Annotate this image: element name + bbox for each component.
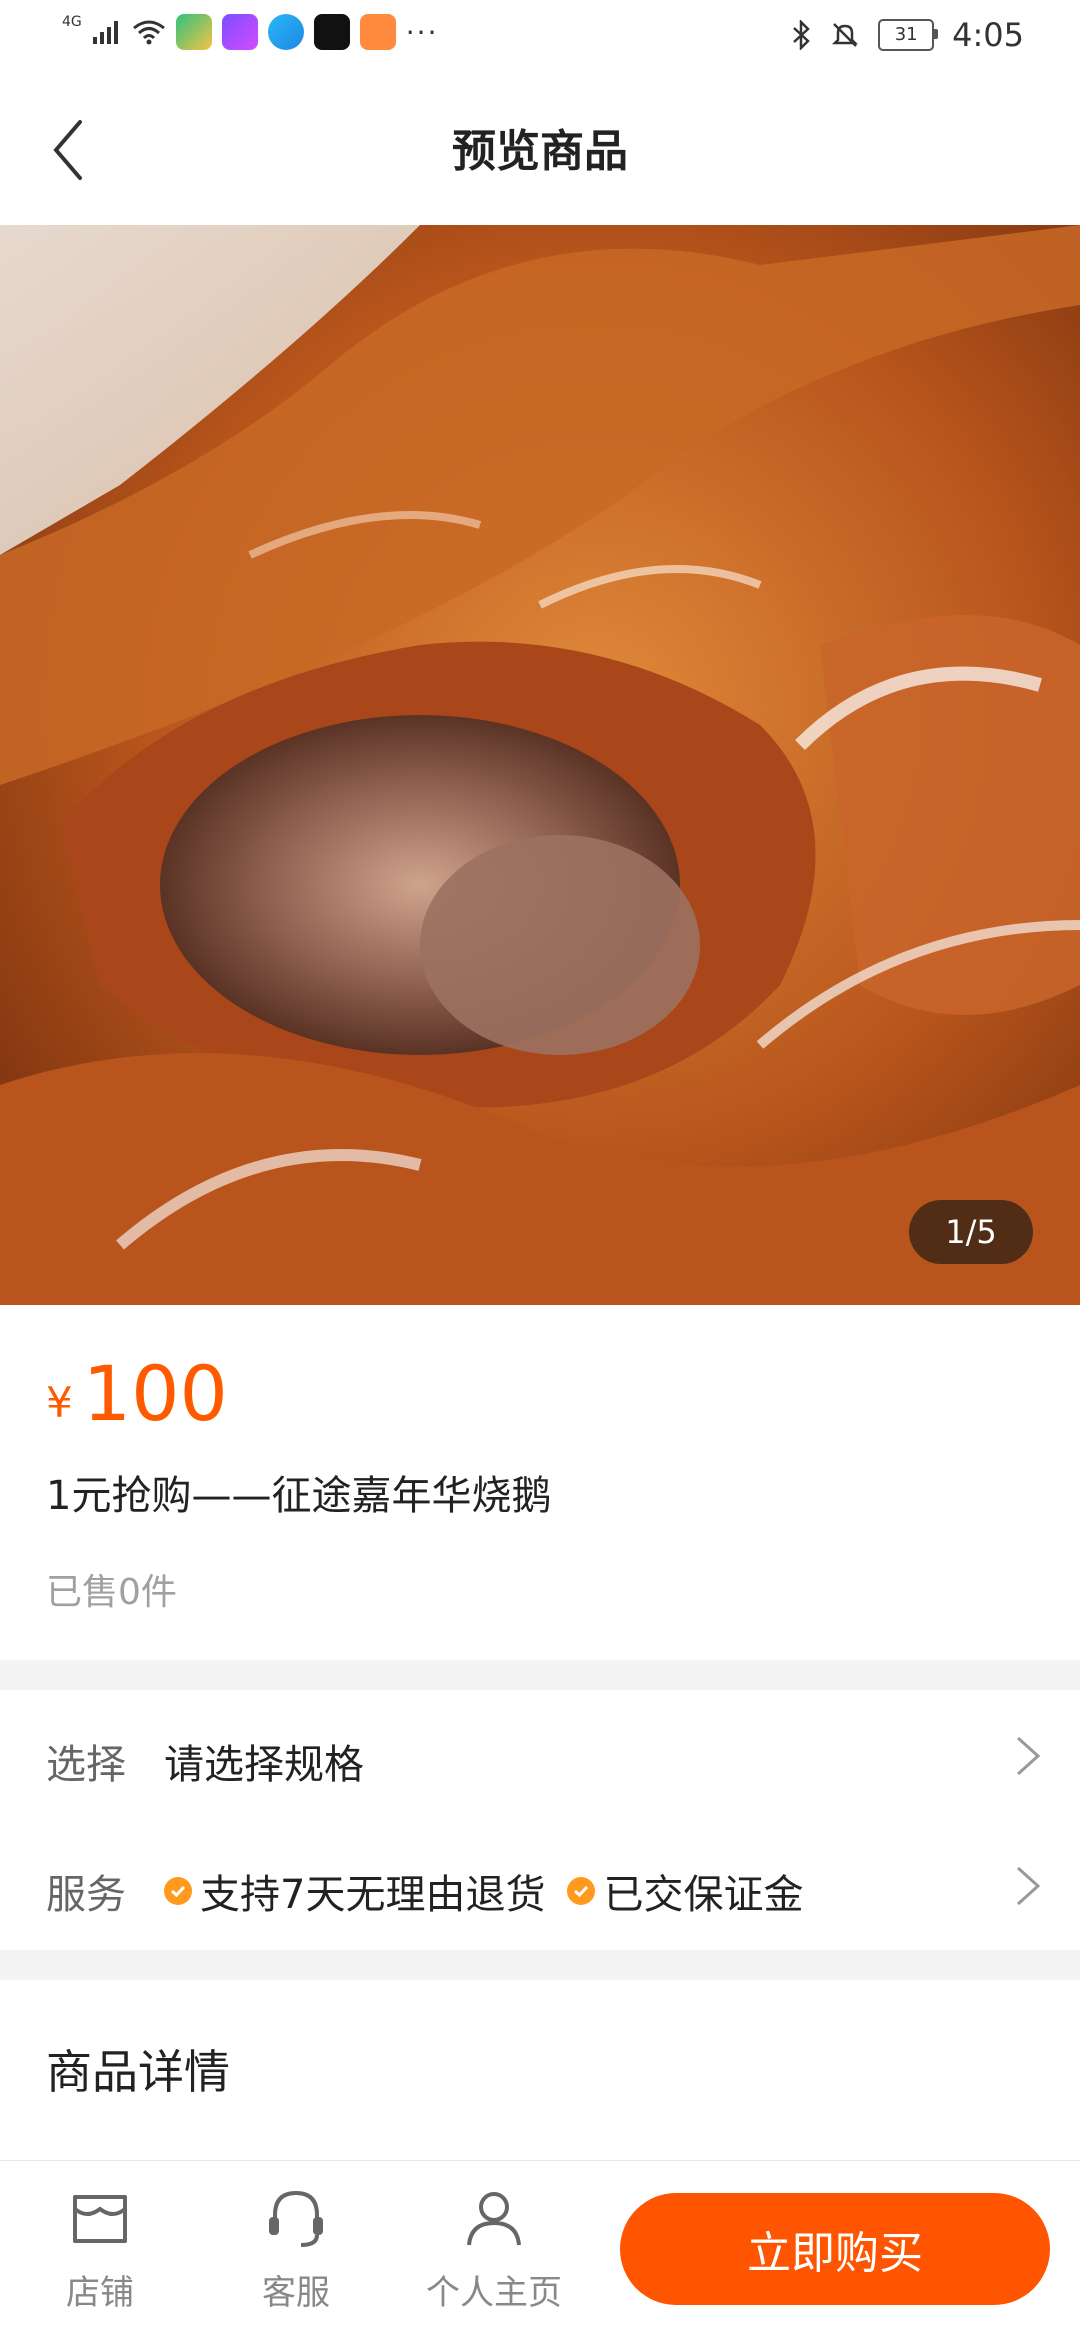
product-photo xyxy=(0,225,1080,1305)
service-items: 支持7天无理由退货 已交保证金 xyxy=(164,1862,825,1920)
status-right: 31 4:05 xyxy=(790,16,1024,54)
service-item-text: 支持7天无理由退货 xyxy=(200,1872,546,1918)
select-label: 选择 xyxy=(46,1742,126,1788)
price: ¥ 100 xyxy=(46,1349,228,1439)
service-item: 已交保证金 xyxy=(567,1862,803,1920)
signal-icon xyxy=(92,21,118,44)
status-left: 4G ··· xyxy=(62,14,438,50)
shop-label: 店铺 xyxy=(66,2273,134,2313)
bluetooth-icon xyxy=(793,20,810,50)
service-label-tab: 客服 xyxy=(262,2273,330,2313)
currency-symbol: ¥ xyxy=(46,1378,73,1427)
product-options: 选择 请选择规格 服务 支持7天无理由退货 已交保证金 xyxy=(0,1690,1080,1950)
service-item: 支持7天无理由退货 xyxy=(164,1862,545,1920)
mute-bell-icon xyxy=(832,23,859,47)
details-title: 商品详情 xyxy=(46,2045,230,2099)
app-header: 预览商品 xyxy=(0,75,1080,225)
status-time: 4:05 xyxy=(952,16,1024,54)
buy-now-button[interactable]: 立即购买 xyxy=(620,2193,1050,2305)
browser-app-icon xyxy=(267,14,304,50)
profile-label: 个人主页 xyxy=(426,2273,562,2313)
tiktok-app-icon xyxy=(313,14,350,50)
select-value: 请选择规格 xyxy=(164,1742,364,1788)
gallery-page-indicator: 1/5 xyxy=(909,1200,1033,1264)
service-label: 服务 xyxy=(46,1872,126,1918)
more-notifications: ··· xyxy=(405,15,439,49)
product-info: ¥ 100 1元抢购——征途嘉年华烧鹅 已售0件 xyxy=(0,1305,1080,1660)
customer-service-tab[interactable]: 客服 xyxy=(226,2183,366,2323)
profile-tab[interactable]: 个人主页 xyxy=(424,2183,564,2323)
store-icon xyxy=(73,2195,127,2243)
battery-indicator: 31 xyxy=(878,19,939,51)
chevron-right-icon xyxy=(1016,1736,1041,1776)
shop-tab[interactable]: 店铺 xyxy=(30,2183,170,2323)
product-details-section: 商品详情 xyxy=(0,1980,1080,2160)
wifi-icon xyxy=(132,20,165,45)
status-bar: 4G ··· 31 4:05 xyxy=(0,0,1080,75)
chevron-right-icon xyxy=(1016,1866,1041,1906)
uc-app-icon xyxy=(359,14,396,50)
headset-icon xyxy=(269,2190,323,2247)
check-badge-icon xyxy=(567,1877,596,1905)
spec-select-row[interactable]: 选择 请选择规格 xyxy=(0,1690,1080,1820)
product-name: 1元抢购——征途嘉年华烧鹅 xyxy=(46,1473,552,1519)
bottom-action-bar: 店铺 客服 个人主页 立即购买 xyxy=(0,2160,1080,2341)
price-value: 100 xyxy=(82,1349,228,1438)
user-icon xyxy=(467,2192,521,2246)
product-image-gallery[interactable] xyxy=(0,225,1080,1305)
video-app-icon xyxy=(175,14,212,50)
player-app-icon xyxy=(221,14,258,50)
sold-count: 已售0件 xyxy=(46,1572,177,1613)
page-title: 预览商品 xyxy=(452,126,628,177)
network-type: 4G xyxy=(62,14,82,30)
service-item-text: 已交保证金 xyxy=(603,1872,804,1918)
service-row[interactable]: 服务 支持7天无理由退货 已交保证金 xyxy=(0,1820,1080,1950)
check-badge-icon xyxy=(164,1877,192,1905)
